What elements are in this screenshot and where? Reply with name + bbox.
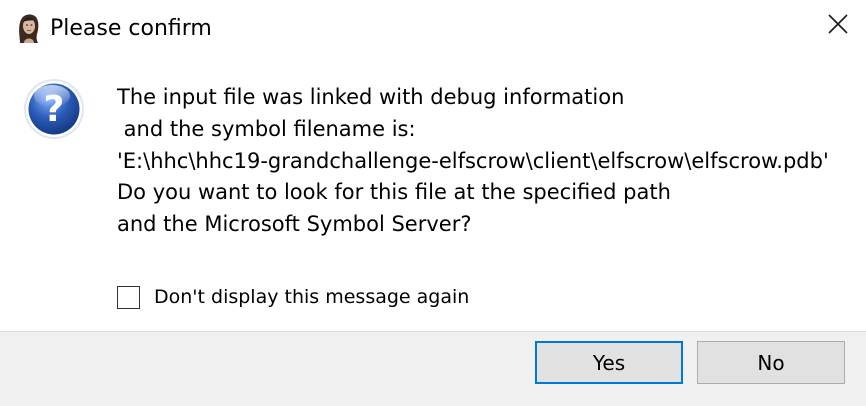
message-line: and the symbol filename is:	[117, 116, 416, 141]
svg-text:?: ?	[44, 89, 65, 130]
dont-display-again-row[interactable]: Don't display this message again	[117, 284, 469, 310]
close-icon	[827, 13, 849, 39]
yes-button[interactable]: Yes	[535, 341, 683, 384]
dont-display-again-checkbox[interactable]	[117, 285, 140, 309]
message-line: The input file was linked with debug inf…	[117, 85, 625, 109]
message-text: The input file was linked with debug inf…	[117, 82, 857, 241]
message-line: 'E:\hhc\hhc19-grandchallenge-elfscrow\cl…	[117, 148, 829, 173]
message-line: Do you want to look for this file at the…	[117, 180, 671, 205]
window-title: Please confirm	[50, 16, 212, 41]
confirm-dialog: Please confirm ? The input file was link…	[0, 0, 866, 406]
no-button[interactable]: No	[697, 341, 845, 384]
dont-display-again-label[interactable]: Don't display this message again	[154, 284, 469, 310]
portrait-app-icon	[12, 12, 44, 44]
close-button[interactable]	[818, 6, 858, 46]
question-icon: ?	[22, 77, 86, 141]
message-line: and the Microsoft Symbol Server?	[117, 212, 472, 237]
title-bar: Please confirm	[0, 0, 866, 58]
button-bar: Yes No	[0, 331, 866, 406]
